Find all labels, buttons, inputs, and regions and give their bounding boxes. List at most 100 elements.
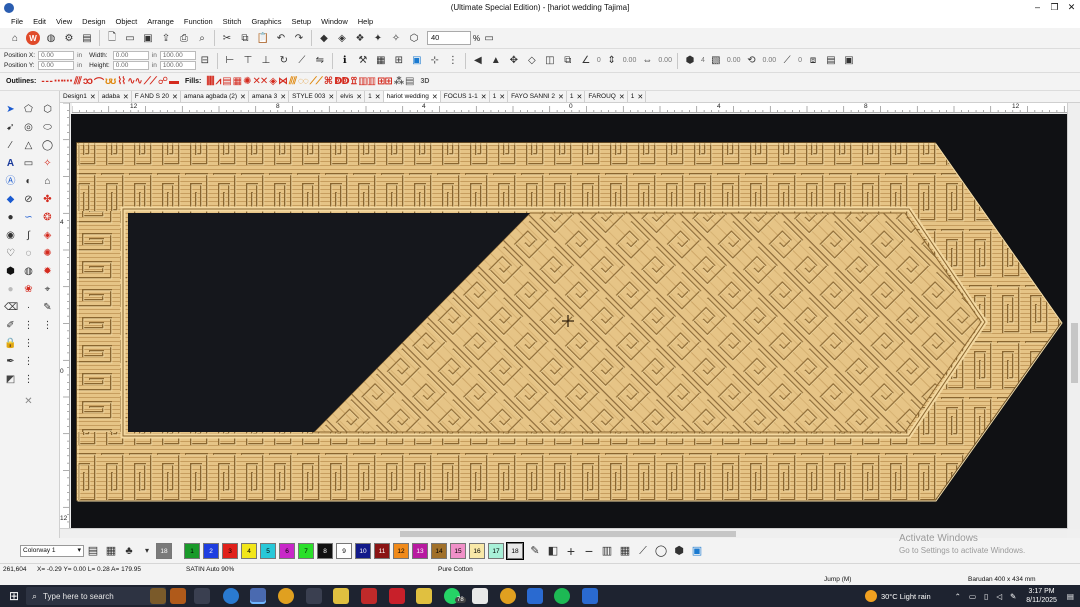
tab-1[interactable]: 1 ✕ xyxy=(365,91,384,102)
color-swatch[interactable]: 17 xyxy=(488,542,504,559)
stipple-icon[interactable]: ⌘ xyxy=(324,76,333,87)
save-design-icon[interactable]: ▣ xyxy=(842,54,856,68)
search-highlight-icon[interactable] xyxy=(150,588,166,604)
tab-focus-1-1[interactable]: FOCUS 1-1 ✕ xyxy=(441,91,490,102)
menu-view[interactable]: View xyxy=(51,15,77,28)
hoop-icon[interactable]: ▣ xyxy=(690,544,704,558)
align-left-icon[interactable]: ⊢ xyxy=(223,54,237,68)
color-swatch[interactable]: 3 xyxy=(222,542,238,559)
weather-icon[interactable] xyxy=(864,590,877,602)
embroidery-design[interactable] xyxy=(71,114,1067,528)
pen-icon[interactable]: ✒ xyxy=(4,355,17,368)
bean-stitch-icon[interactable]: ▬ xyxy=(169,76,179,87)
color-swatch[interactable]: 18 xyxy=(506,541,524,560)
color-swatch[interactable]: 7 xyxy=(298,542,314,559)
palette-editor-icon[interactable]: ▦ xyxy=(104,544,118,558)
color-swatch[interactable]: 1 xyxy=(184,542,200,559)
clock[interactable]: 3:17 PM 8/11/2025 xyxy=(1026,587,1057,605)
tab-close-icon[interactable]: ✕ xyxy=(240,93,246,101)
lock-icon[interactable]: 🔒 xyxy=(4,337,17,350)
measure-icon[interactable]: ⊹ xyxy=(428,54,442,68)
menu-function[interactable]: Function xyxy=(179,15,218,28)
freehand-icon[interactable]: ∽ xyxy=(22,211,35,224)
edge-browser-icon[interactable] xyxy=(223,588,239,604)
triple-run-icon[interactable]: ⋯⋯ xyxy=(54,76,73,87)
applique-icon[interactable]: ⟋⟋ xyxy=(310,76,323,87)
weld-icon[interactable]: ⧉ xyxy=(561,54,575,68)
color-swatch[interactable]: 13 xyxy=(412,542,428,559)
stitch-angle-icon[interactable]: ∠ xyxy=(579,54,593,68)
tatami-icon[interactable]: ⫼⫼ xyxy=(206,76,214,87)
spin-value[interactable]: 0.00 xyxy=(727,57,741,64)
minimize-button[interactable]: – xyxy=(1029,0,1046,15)
backstitch-icon[interactable]: ↄↄ xyxy=(83,76,93,87)
offset-icon[interactable]: ▧ xyxy=(709,54,723,68)
stitch-player-icon[interactable]: ◆ xyxy=(317,31,331,45)
tab-f-and-s-20[interactable]: F AND S 20 ✕ xyxy=(132,91,181,102)
chevron-up-icon[interactable]: ⌃ xyxy=(955,592,961,601)
move-up-icon[interactable]: ▲ xyxy=(489,54,503,68)
branching-icon[interactable]: ❀ xyxy=(22,283,35,296)
print-preview-icon[interactable]: ⌕ xyxy=(195,31,209,45)
menu-graphics[interactable]: Graphics xyxy=(246,15,286,28)
width-percent-input[interactable]: 100.00 xyxy=(159,51,196,60)
restore-button[interactable]: ❐ xyxy=(1046,0,1063,15)
color-swatch[interactable]: 14 xyxy=(431,542,447,559)
task-view-icon[interactable] xyxy=(194,588,210,604)
select-arrow-icon[interactable]: ➤ xyxy=(4,103,17,116)
sequin-icon[interactable]: ▤ xyxy=(405,76,415,87)
tab-close-icon[interactable]: ✕ xyxy=(328,93,334,101)
house-shape-icon[interactable]: ⌂ xyxy=(41,175,54,188)
hoop-frames-icon[interactable]: ▥ xyxy=(600,544,614,558)
column-tool-icon[interactable]: ◈ xyxy=(41,229,54,242)
undo-icon[interactable]: ↶ xyxy=(274,31,288,45)
globe-icon[interactable]: ◍ xyxy=(22,265,35,278)
add-color-icon[interactable]: + xyxy=(564,544,578,558)
photo-stitch-icon[interactable]: ⊞⊞ xyxy=(377,76,393,87)
windows-start-icon[interactable]: ⊞ xyxy=(6,588,22,604)
dotted-grid-icon[interactable]: ⋮ xyxy=(446,54,460,68)
satin-tool-icon[interactable]: ✹ xyxy=(41,265,54,278)
info-icon[interactable]: ℹ xyxy=(338,54,352,68)
color-film-icon[interactable]: ❖ xyxy=(353,31,367,45)
stitch-select-icon[interactable]: ✧ xyxy=(389,31,403,45)
pen-app-icon[interactable] xyxy=(306,588,322,604)
taskbar-app-icon[interactable] xyxy=(170,588,186,604)
backtrack-icon[interactable]: ⟲ xyxy=(745,54,759,68)
export-icon[interactable]: ⇪ xyxy=(159,31,173,45)
scroll-thumb[interactable] xyxy=(400,531,736,537)
tab-close-icon[interactable]: ✕ xyxy=(123,93,129,101)
paste-icon[interactable]: 📋 xyxy=(256,31,270,45)
color-swatch[interactable]: 18 xyxy=(156,542,172,559)
height-input[interactable]: 0.00 xyxy=(112,61,149,70)
tab-close-icon[interactable]: ✕ xyxy=(280,93,286,101)
weather-text[interactable]: 30°C Light rain xyxy=(881,592,931,601)
hoop-icon[interactable]: ◍ xyxy=(44,31,58,45)
width-input[interactable]: 0.00 xyxy=(112,51,149,60)
zoom-fit-icon[interactable]: ▭ xyxy=(482,31,496,45)
tab-close-icon[interactable]: ✕ xyxy=(558,93,564,101)
distribute-icon[interactable]: ⊥ xyxy=(259,54,273,68)
vertical-ruler[interactable]: 4 0 12 xyxy=(60,103,70,528)
tab-fayo-sanni-2[interactable]: FAYO SANNI 2 ✕ xyxy=(508,91,567,102)
folder-icon[interactable] xyxy=(416,588,432,604)
wave-icon[interactable]: ∿∿ xyxy=(127,76,143,87)
color-swatch[interactable]: 16 xyxy=(469,542,485,559)
menu-help[interactable]: Help xyxy=(353,15,378,28)
close-tool-icon[interactable]: ✕ xyxy=(22,395,35,408)
cross-stitch-icon[interactable]: ✕✕ xyxy=(253,76,269,87)
3d-box-icon[interactable]: ⬢ xyxy=(672,544,686,558)
spin-value[interactable]: 0.00 xyxy=(763,57,777,64)
curved-fill-icon[interactable]: ◌◌ xyxy=(298,76,309,87)
tab-close-icon[interactable]: ✕ xyxy=(481,93,487,101)
tab-close-icon[interactable]: ✕ xyxy=(172,93,178,101)
notification-icon[interactable]: ▤ xyxy=(1067,592,1074,601)
chenille-icon[interactable]: ⁂ xyxy=(394,76,404,87)
tab-close-icon[interactable]: ✕ xyxy=(356,93,362,101)
rotate-icon[interactable]: ↻ xyxy=(277,54,291,68)
tab-1[interactable]: 1 ✕ xyxy=(628,91,647,102)
shape-icon[interactable]: ⬡ xyxy=(41,103,54,116)
blanket-icon[interactable]: ʊʊ xyxy=(105,76,116,87)
motif-run-icon[interactable]: ☍ xyxy=(158,76,168,87)
align-top-icon[interactable]: ⊤ xyxy=(241,54,255,68)
